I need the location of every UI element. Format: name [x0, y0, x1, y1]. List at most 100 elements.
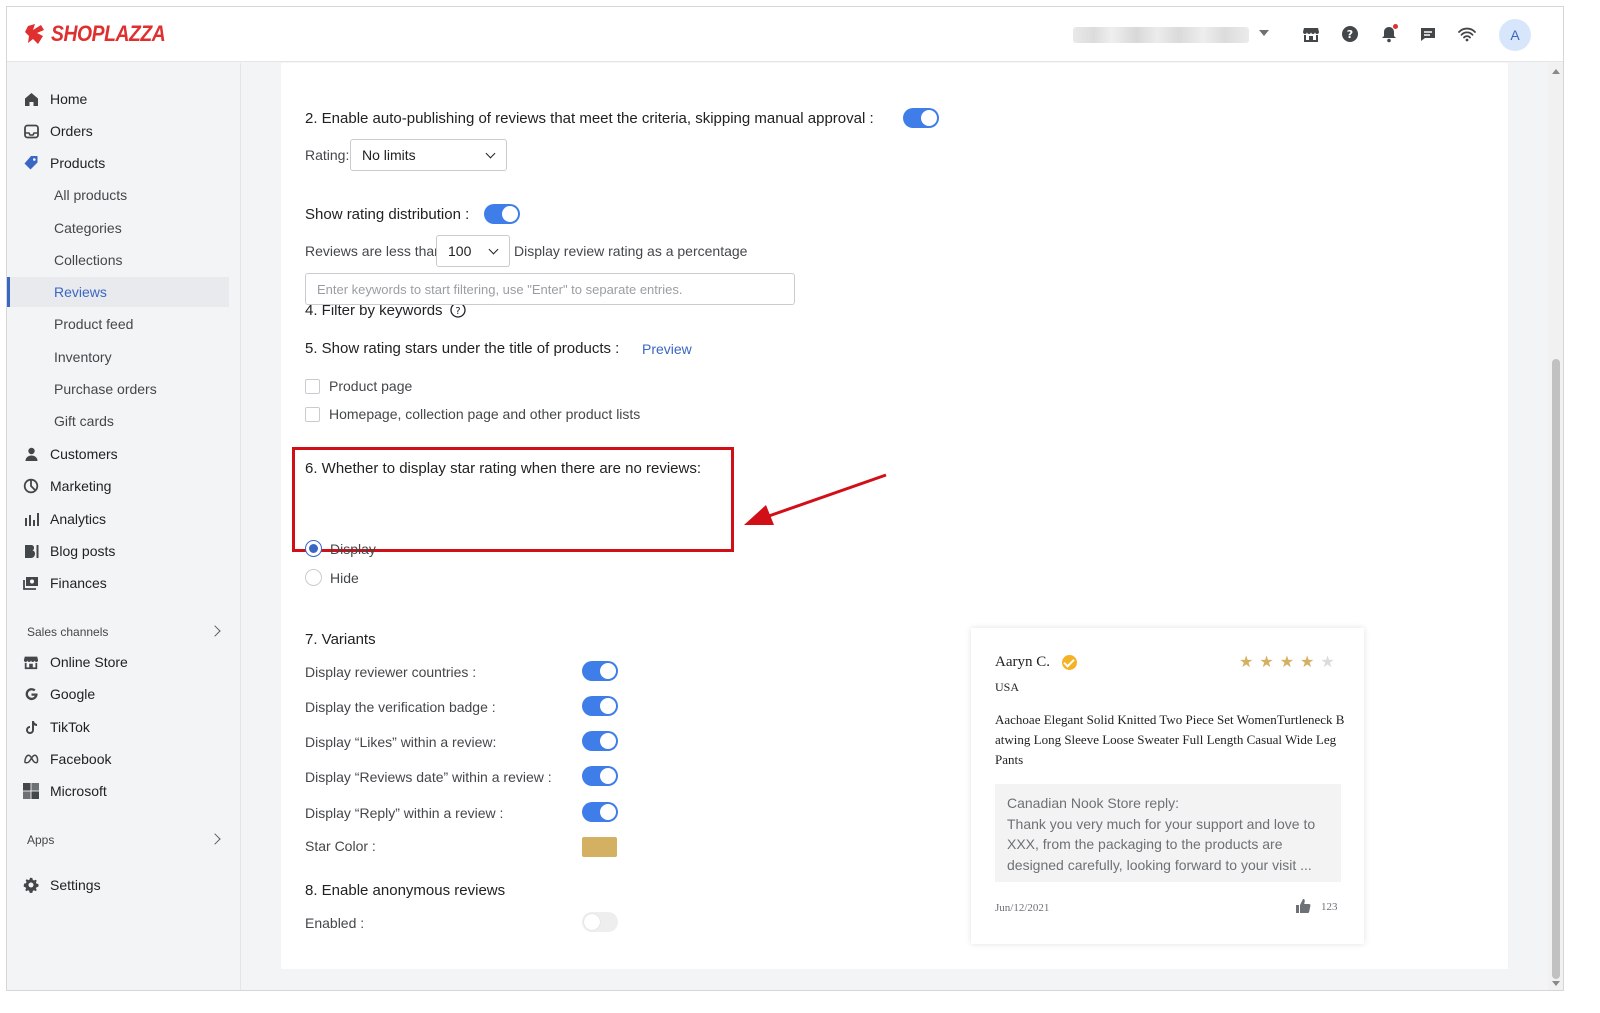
finances-icon: [23, 575, 39, 591]
marketing-icon: [23, 478, 39, 494]
reviewer-countries-toggle[interactable]: [582, 661, 618, 681]
sidebar-item-products[interactable]: Products: [7, 148, 229, 178]
avatar[interactable]: A: [1499, 19, 1531, 51]
scroll-up-arrow-icon[interactable]: [1552, 69, 1560, 74]
bell-icon[interactable]: [1379, 24, 1399, 44]
variants-label: 7. Variants: [305, 631, 376, 648]
vertical-scrollbar[interactable]: [1548, 63, 1563, 990]
anonymous-reviews-toggle[interactable]: [582, 912, 618, 932]
preview-link[interactable]: Preview: [642, 341, 692, 357]
reviews-threshold-select[interactable]: 100: [436, 235, 510, 267]
sidebar-item-all-products[interactable]: All products: [7, 180, 229, 210]
reviews-threshold-value: 100: [448, 243, 472, 259]
keywords-input[interactable]: [305, 273, 795, 305]
display-radio[interactable]: [305, 540, 322, 557]
reply-toggle[interactable]: [582, 802, 618, 822]
sidebar-item-label: Home: [50, 91, 88, 107]
sidebar-item-blog-posts[interactable]: Blog posts: [7, 536, 229, 566]
shoplazza-logo-icon: [25, 24, 44, 44]
likes-count: 123: [1321, 901, 1338, 913]
hide-radio-label: Hide: [330, 570, 359, 586]
sidebar-item-label: Google: [50, 686, 96, 702]
sidebar-item-label: Blog posts: [50, 543, 116, 559]
sidebar-item-facebook[interactable]: Facebook: [7, 744, 229, 774]
logo-text: SHOPLAZZA: [51, 21, 166, 46]
verification-badge-toggle[interactable]: [582, 696, 618, 716]
reviews-date-toggle[interactable]: [582, 766, 618, 786]
chat-icon[interactable]: [1418, 24, 1438, 44]
sidebar-item-label: Microsoft: [50, 783, 107, 799]
sidebar-item-purchase-orders[interactable]: Purchase orders: [7, 374, 229, 404]
notification-dot: [1393, 24, 1398, 29]
chevron-right-icon[interactable]: [209, 625, 221, 637]
apps-label: Apps: [27, 833, 55, 847]
sidebar-item-settings[interactable]: Settings: [7, 870, 229, 900]
sidebar-item-product-feed[interactable]: Product feed: [7, 309, 229, 339]
display-percentage-label: Display review rating as a percentage: [514, 243, 748, 259]
reviewer-name: Aaryn C.: [995, 654, 1050, 670]
help-icon[interactable]: ?: [1340, 24, 1360, 44]
sidebar-item-reviews[interactable]: Reviews: [7, 277, 229, 307]
star-icon: ★: [1279, 652, 1295, 671]
rating-select[interactable]: No limits: [350, 139, 507, 171]
likes-label: Display “Likes” within a review:: [305, 734, 497, 750]
sidebar-item-label: Marketing: [50, 478, 112, 494]
sidebar-item-microsoft[interactable]: Microsoft: [7, 776, 229, 806]
reply-label: Display “Reply” within a review :: [305, 805, 504, 821]
sidebar-item-gift-cards[interactable]: Gift cards: [7, 406, 229, 436]
tiktok-icon: [23, 719, 39, 735]
homepage-lists-label: Homepage, collection page and other prod…: [329, 406, 641, 422]
hide-radio[interactable]: [305, 569, 322, 586]
likes-toggle[interactable]: [582, 731, 618, 751]
rating-distribution-toggle[interactable]: [484, 204, 520, 224]
sidebar-item-label: Collections: [54, 252, 123, 268]
shoplazza-logo[interactable]: SHOPLAZZA: [25, 21, 181, 47]
sidebar-item-orders[interactable]: Orders: [7, 116, 229, 146]
thumbs-up-icon[interactable]: [1295, 898, 1311, 914]
sidebar-item-tiktok[interactable]: TikTok: [7, 712, 229, 742]
auto-publish-toggle[interactable]: [903, 108, 939, 128]
anonymous-reviews-label: 8. Enable anonymous reviews: [305, 882, 506, 899]
star-icon: ★: [1259, 652, 1274, 671]
chevron-down-icon[interactable]: [1259, 30, 1269, 36]
store-name-blurred[interactable]: [1073, 27, 1249, 43]
reviewer-countries-label: Display reviewer countries :: [305, 664, 477, 680]
sidebar-item-online-store[interactable]: Online Store: [7, 647, 229, 677]
sidebar-item-label: Facebook: [50, 751, 112, 767]
verified-badge-icon: [1062, 655, 1077, 670]
scrollbar-thumb[interactable]: [1552, 359, 1560, 979]
wifi-icon[interactable]: [1457, 24, 1477, 44]
homepage-lists-checkbox[interactable]: [305, 407, 320, 422]
sidebar-item-label: Inventory: [54, 349, 112, 365]
no-reviews-label: 6. Whether to display star rating when t…: [305, 460, 702, 477]
rating-label: Rating:: [305, 147, 350, 163]
keywords-input-field[interactable]: [306, 274, 794, 304]
sidebar-item-label: Settings: [50, 877, 101, 893]
sidebar-item-collections[interactable]: Collections: [7, 245, 229, 275]
star-color-swatch[interactable]: [582, 837, 617, 857]
home-icon: [23, 91, 39, 107]
product-page-checkbox[interactable]: [305, 379, 320, 394]
meta-icon: [23, 751, 39, 767]
reply-text: Thank you very much for your support and…: [1007, 815, 1316, 873]
store-icon[interactable]: [1301, 24, 1321, 44]
tag-icon: [23, 155, 39, 171]
gear-icon: [23, 877, 39, 893]
auto-publish-label: 2. Enable auto-publishing of reviews tha…: [305, 110, 874, 127]
star-icon: ★: [1239, 652, 1254, 671]
sidebar-item-label: Gift cards: [54, 413, 114, 429]
sidebar-item-finances[interactable]: Finances: [7, 568, 229, 598]
analytics-icon: [23, 511, 39, 527]
scroll-down-arrow-icon[interactable]: [1552, 981, 1560, 986]
sidebar-item-customers[interactable]: Customers: [7, 439, 229, 469]
chevron-right-icon[interactable]: [209, 833, 221, 845]
sidebar-item-label: Purchase orders: [54, 381, 157, 397]
sidebar-item-analytics[interactable]: Analytics: [7, 504, 229, 534]
sidebar-item-label: Reviews: [54, 284, 107, 300]
sidebar-item-label: Categories: [54, 220, 122, 236]
sidebar-item-google[interactable]: Google: [7, 679, 229, 709]
sidebar-item-home[interactable]: Home: [7, 84, 229, 114]
sidebar-item-inventory[interactable]: Inventory: [7, 342, 229, 372]
sidebar-item-categories[interactable]: Categories: [7, 213, 229, 243]
sidebar-item-marketing[interactable]: Marketing: [7, 471, 229, 501]
